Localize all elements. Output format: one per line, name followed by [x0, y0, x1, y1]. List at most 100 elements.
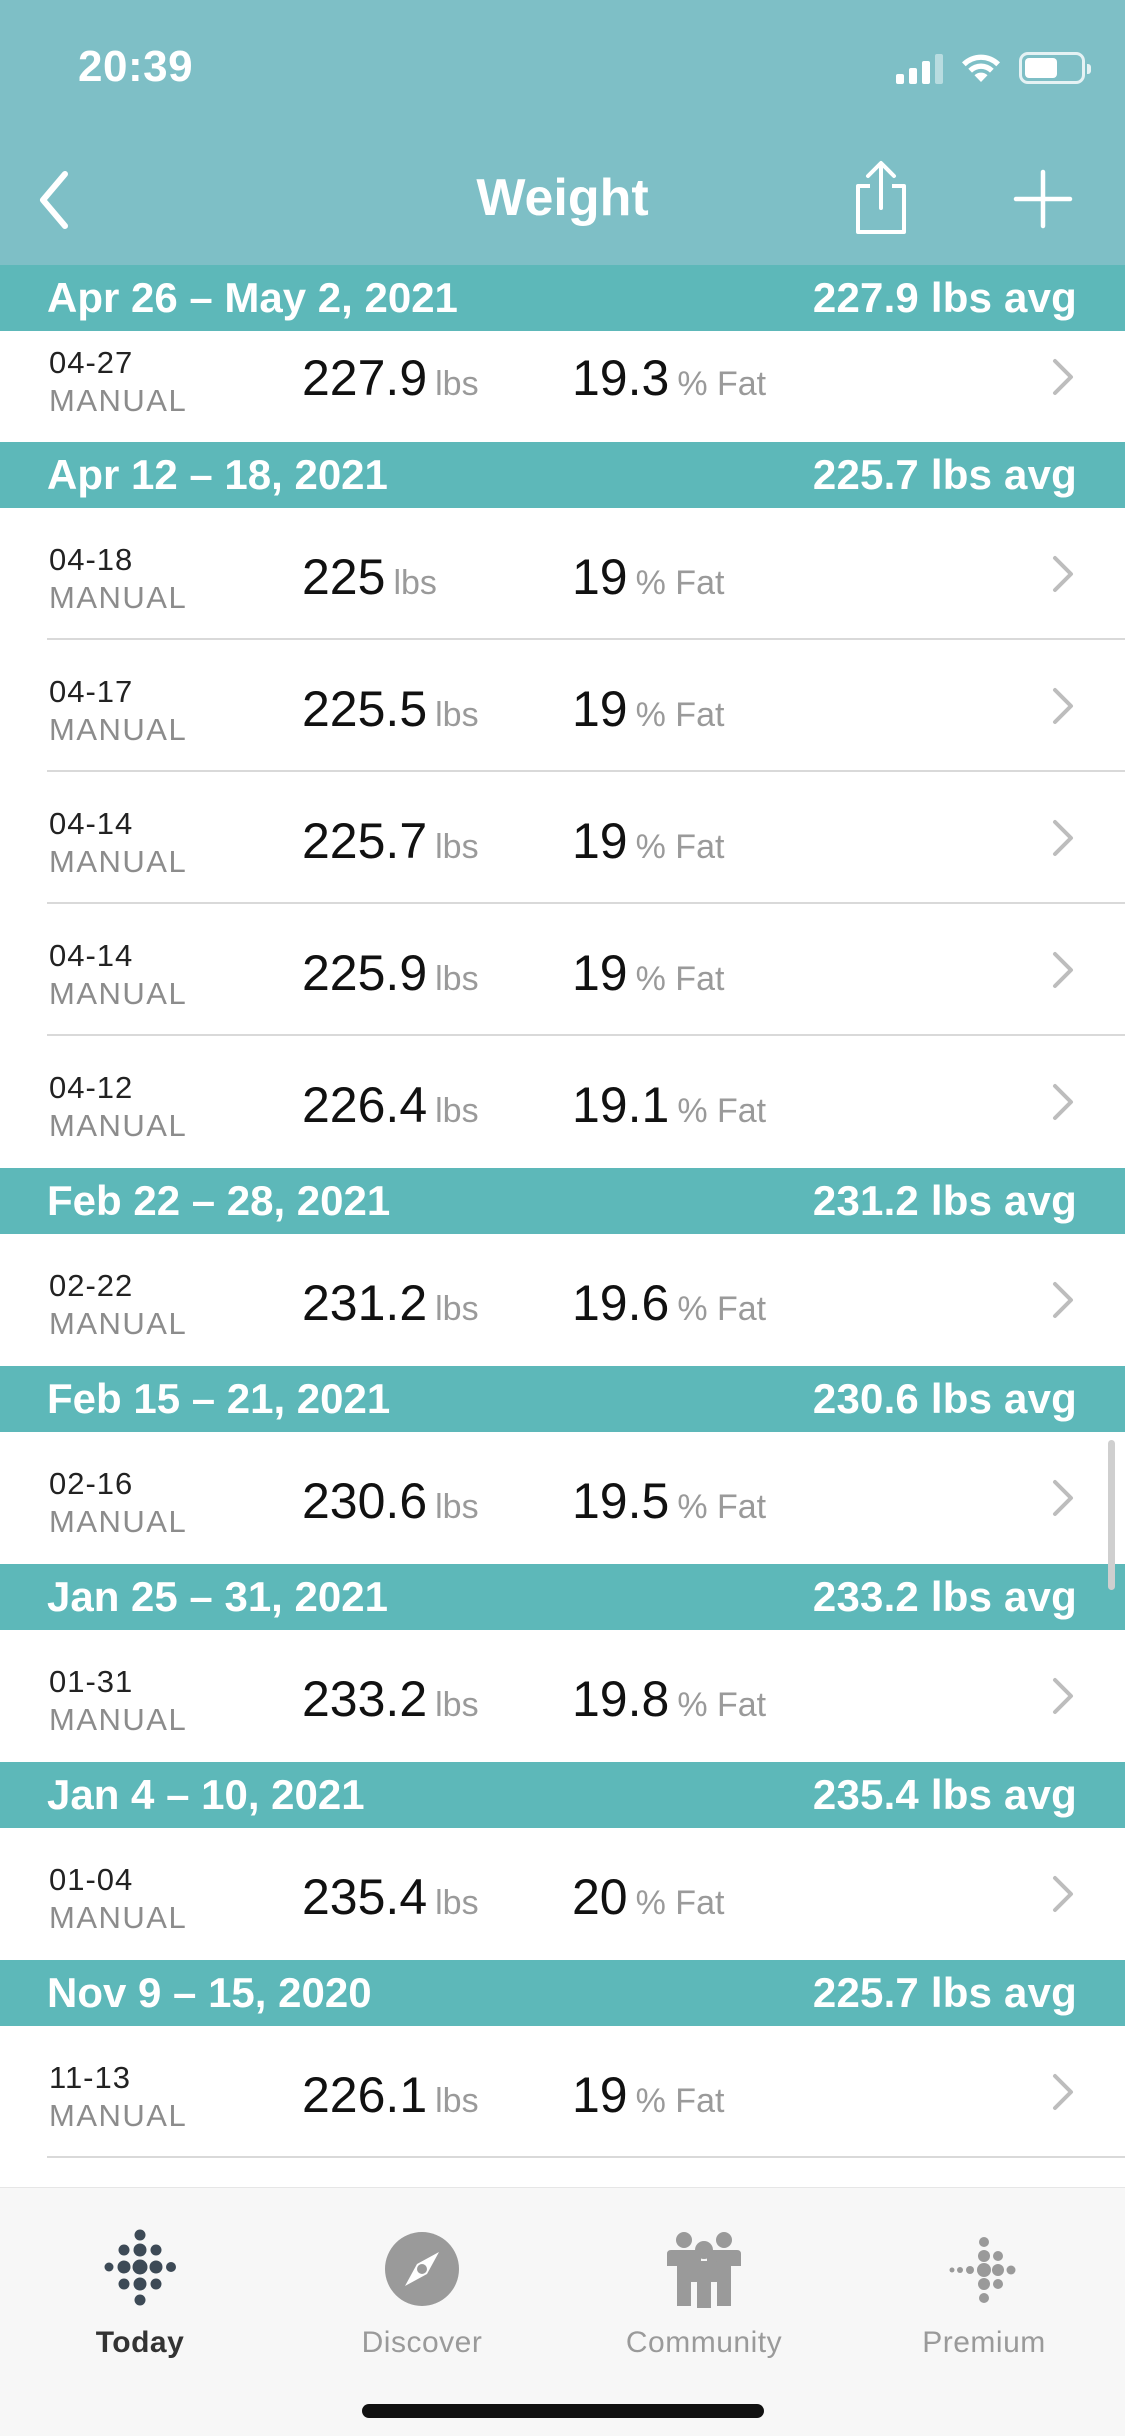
week-header: Feb 15 – 21, 2021 230.6 lbs avg	[0, 1366, 1125, 1432]
share-icon	[856, 161, 906, 234]
entry-date: 04-17	[49, 674, 134, 709]
tab-discover[interactable]: Discover	[282, 2206, 562, 2359]
chevron-right-icon	[1053, 2074, 1073, 2110]
entry-source: MANUAL	[49, 1504, 188, 1539]
entry-weight: 225 lbs	[302, 548, 437, 606]
fat-value: 19	[572, 813, 628, 869]
chevron-right-icon	[1053, 1678, 1073, 1714]
weight-entry-row[interactable]: 04-14 MANUAL 225.9 lbs 19% Fat	[0, 904, 1125, 1036]
tab-bar: Today Discover Community Premium	[0, 2187, 1125, 2436]
entry-fat: 19.5% Fat	[572, 1472, 766, 1530]
week-header: Nov 9 – 15, 2020 225.7 lbs avg	[0, 1960, 1125, 2026]
entry-source: MANUAL	[49, 844, 188, 879]
entry-source: MANUAL	[49, 580, 188, 615]
entry-fat: 19% Fat	[572, 680, 724, 738]
entry-weight: 225.5 lbs	[302, 680, 479, 738]
weight-entry-row[interactable]: 04-14 MANUAL 225.7 lbs 19% Fat	[0, 772, 1125, 904]
entry-date: 02-22	[49, 1268, 134, 1303]
entry-weight: 227.9 lbs	[302, 349, 479, 407]
weight-entry-row[interactable]: 02-16 MANUAL 230.6 lbs 19.5% Fat	[0, 1432, 1125, 1564]
fat-unit: % Fat	[635, 960, 725, 998]
tab-premium[interactable]: Premium	[844, 2206, 1124, 2359]
entry-weight: 225.7 lbs	[302, 812, 479, 870]
weight-entry-row[interactable]: 01-31 MANUAL 233.2 lbs 19.8% Fat	[0, 1630, 1125, 1762]
weight-value: 235.4	[302, 1869, 428, 1925]
weight-entry-row[interactable]: 01-04 MANUAL 235.4 lbs 20% Fat	[0, 1828, 1125, 1960]
fat-unit: % Fat	[677, 1488, 767, 1526]
fat-unit: % Fat	[635, 564, 725, 602]
weight-entry-row[interactable]: 11-13 MANUAL 226.1 lbs 19% Fat	[0, 2026, 1125, 2158]
chevron-right-icon	[1053, 1480, 1073, 1516]
chevron-right-icon	[1053, 1282, 1073, 1318]
week-average: 225.7 lbs avg	[812, 1969, 1077, 2016]
weight-unit: lbs	[435, 828, 479, 866]
entry-fat: 19.3% Fat	[572, 349, 766, 407]
cellular-signal-icon	[896, 52, 943, 84]
tab-today[interactable]: Today	[0, 2206, 280, 2359]
fat-unit: % Fat	[677, 1290, 767, 1328]
fat-value: 19	[572, 2067, 628, 2123]
week-range: Apr 12 – 18, 2021	[47, 451, 388, 498]
chevron-right-icon	[1053, 359, 1073, 395]
app-screen: 20:39 Weight Apr 26 – May 2, 2021 227.9 …	[0, 0, 1125, 2436]
chevron-right-icon	[1053, 952, 1073, 988]
page-title: Weight	[476, 169, 649, 227]
fat-value: 19.3	[572, 350, 670, 406]
entry-source: MANUAL	[49, 712, 188, 747]
entry-date: 04-14	[49, 938, 134, 973]
tab-community[interactable]: Community	[564, 2206, 844, 2359]
entry-fat: 19.8% Fat	[572, 1670, 766, 1728]
fat-unit: % Fat	[677, 1092, 767, 1130]
week-header: Apr 26 – May 2, 2021 227.9 lbs avg	[0, 265, 1125, 331]
entry-source: MANUAL	[49, 1702, 188, 1737]
entry-date: 02-16	[49, 1466, 134, 1501]
tab-label: Discover	[361, 2326, 483, 2359]
fat-unit: % Fat	[635, 1884, 725, 1922]
weight-entry-row[interactable]: 04-18 MANUAL 225 lbs 19% Fat	[0, 508, 1125, 640]
weight-value: 225	[302, 549, 386, 605]
entry-source: MANUAL	[49, 1306, 188, 1341]
week-header: Jan 4 – 10, 2021 235.4 lbs avg	[0, 1762, 1125, 1828]
weight-entry-row[interactable]: 04-17 MANUAL 225.5 lbs 19% Fat	[0, 640, 1125, 772]
week-header: Feb 22 – 28, 2021 231.2 lbs avg	[0, 1168, 1125, 1234]
entry-source: MANUAL	[49, 383, 188, 418]
home-indicator[interactable]	[362, 2404, 764, 2418]
entry-fat: 19% Fat	[572, 944, 724, 1002]
week-header: Jan 25 – 31, 2021 233.2 lbs avg	[0, 1564, 1125, 1630]
entry-weight: 235.4 lbs	[302, 1868, 479, 1926]
wifi-icon	[962, 54, 1000, 82]
fat-value: 19	[572, 549, 628, 605]
scroll-indicator[interactable]	[1108, 1440, 1115, 1590]
weight-entry-row[interactable]: 04-12 MANUAL 226.4 lbs 19.1% Fat	[0, 1036, 1125, 1168]
weight-value: 231.2	[302, 1275, 428, 1331]
weight-value: 230.6	[302, 1473, 428, 1529]
add-button[interactable]	[1010, 166, 1076, 232]
weight-unit: lbs	[435, 1290, 479, 1328]
week-range: Jan 25 – 31, 2021	[47, 1573, 388, 1620]
entry-date: 04-14	[49, 806, 134, 841]
entry-source: MANUAL	[49, 976, 188, 1011]
fat-unit: % Fat	[635, 696, 725, 734]
weight-unit: lbs	[435, 1488, 479, 1526]
weight-value: 226.1	[302, 2067, 428, 2123]
week-average: 233.2 lbs avg	[812, 1573, 1077, 1620]
entry-fat: 19% Fat	[572, 2066, 724, 2124]
chevron-right-icon	[1053, 1876, 1073, 1912]
weight-unit: lbs	[435, 1686, 479, 1724]
weight-entry-row[interactable]: 04-27 MANUAL 227.9 lbs 19.3% Fat	[0, 331, 1125, 442]
week-range: Feb 15 – 21, 2021	[47, 1375, 391, 1422]
tab-label: Premium	[922, 2326, 1046, 2359]
fat-value: 19	[572, 681, 628, 737]
week-range: Jan 4 – 10, 2021	[47, 1771, 365, 1818]
row-divider	[47, 2156, 1125, 2158]
fat-value: 19.5	[572, 1473, 670, 1529]
weight-entry-row[interactable]: 02-22 MANUAL 231.2 lbs 19.6% Fat	[0, 1234, 1125, 1366]
entry-fat: 19% Fat	[572, 548, 724, 606]
weight-log-list[interactable]: Apr 26 – May 2, 2021 227.9 lbs avg 04-27…	[0, 265, 1125, 2187]
weight-unit: lbs	[435, 2082, 479, 2120]
chevron-right-icon	[1053, 556, 1073, 592]
entry-weight: 230.6 lbs	[302, 1472, 479, 1530]
entry-source: MANUAL	[49, 2098, 188, 2133]
share-button[interactable]	[848, 158, 914, 238]
fitbit-dots-icon	[104, 2229, 176, 2306]
